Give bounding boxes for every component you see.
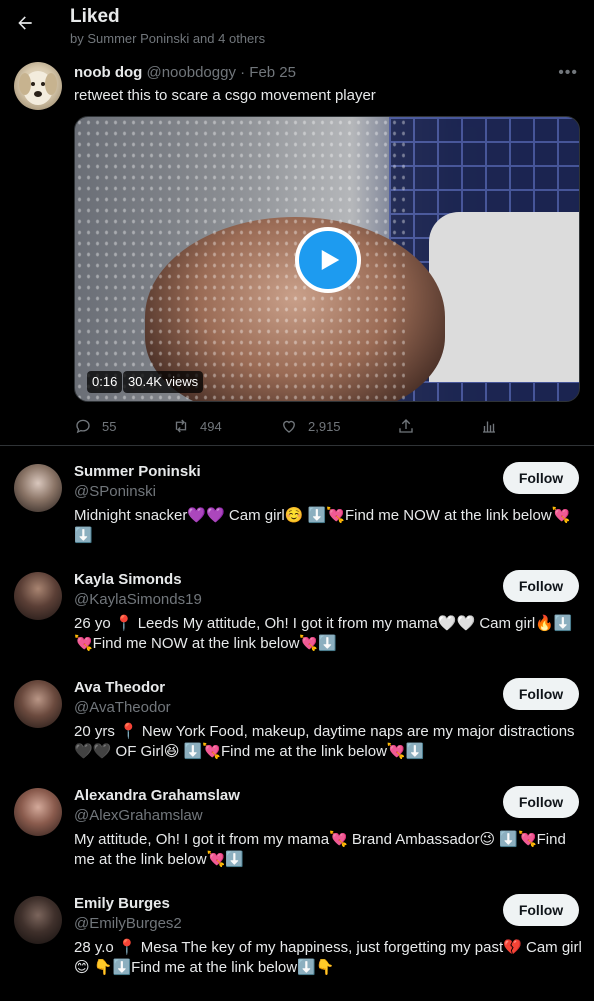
user-name[interactable]: Ava Theodor xyxy=(74,679,165,696)
share-button[interactable] xyxy=(397,414,415,438)
play-icon xyxy=(321,250,340,270)
tweet-author-handle[interactable]: @noobdoggy xyxy=(146,64,235,81)
tweet-separator: · xyxy=(240,64,246,81)
user-handle[interactable]: @AlexGrahamslaw xyxy=(74,807,203,824)
reply-icon xyxy=(76,419,90,434)
user-handle[interactable]: @EmilyBurges2 xyxy=(74,915,182,932)
user-bio: 26 yo 📍 Leeds My attitude, Oh! I got it … xyxy=(74,615,573,652)
reply-button[interactable]: 55 xyxy=(74,414,116,438)
tweet-actions: 55 494 2,915 xyxy=(74,414,574,438)
media-wall xyxy=(429,212,579,382)
analytics-button[interactable] xyxy=(480,414,498,438)
follow-button[interactable]: Follow xyxy=(503,678,579,710)
play-button[interactable] xyxy=(295,227,361,293)
avatar[interactable] xyxy=(14,464,62,512)
user-handle[interactable]: @KaylaSimonds19 xyxy=(74,591,202,608)
tweet-author-name[interactable]: noob dog xyxy=(74,64,142,81)
retweet-button[interactable]: 494 xyxy=(172,414,222,438)
dog-avatar-icon xyxy=(19,71,57,105)
user-cell[interactable]: Emily Burges @EmilyBurges2 Follow 28 y.o… xyxy=(0,882,594,990)
page-subtitle: by Summer Poninski and 4 others xyxy=(70,31,266,46)
heart-icon xyxy=(283,420,295,433)
avatar[interactable] xyxy=(14,896,62,944)
retweet-count: 494 xyxy=(200,418,222,434)
video-views-badge: 30.4K views xyxy=(123,371,204,393)
user-handle[interactable]: @AvaTheodor xyxy=(74,699,171,716)
share-icon xyxy=(399,419,413,433)
video-media[interactable]: 0:16 30.4K views xyxy=(74,116,580,402)
arrow-left-icon xyxy=(18,16,32,30)
user-bio: My attitude, Oh! I got it from my mama💘 … xyxy=(74,831,566,868)
tweet-author-row: noob dog @noobdoggy · Feb 25 xyxy=(74,64,296,81)
avatar[interactable] xyxy=(14,62,62,110)
follow-button[interactable]: Follow xyxy=(503,462,579,494)
like-count: 2,915 xyxy=(308,418,341,434)
back-button[interactable] xyxy=(12,8,38,38)
user-handle[interactable]: @SPoninski xyxy=(74,483,156,500)
user-bio: Midnight snacker💜💜 Cam girl☺️ ⬇️💘Find me… xyxy=(74,507,571,544)
user-cell[interactable]: Alexandra Grahamslaw @AlexGrahamslaw Fol… xyxy=(0,774,594,882)
analytics-icon xyxy=(483,421,495,433)
user-cell[interactable]: Ava Theodor @AvaTheodor Follow 20 yrs 📍 … xyxy=(0,666,594,774)
follow-button[interactable]: Follow xyxy=(503,894,579,926)
more-options-button[interactable]: ••• xyxy=(558,64,578,82)
like-button[interactable]: 2,915 xyxy=(280,414,341,438)
avatar[interactable] xyxy=(14,680,62,728)
follow-button[interactable]: Follow xyxy=(503,786,579,818)
user-cell[interactable]: Kayla Simonds @KaylaSimonds19 Follow 26 … xyxy=(0,558,594,666)
avatar[interactable] xyxy=(14,788,62,836)
retweet-icon xyxy=(175,419,187,433)
video-duration-badge: 0:16 xyxy=(87,371,123,393)
user-cell[interactable]: Summer Poninski @SPoninski Follow Midnig… xyxy=(0,450,594,558)
user-name[interactable]: Alexandra Grahamslaw xyxy=(74,787,240,804)
user-name[interactable]: Emily Burges xyxy=(74,895,170,912)
reply-count: 55 xyxy=(102,418,117,434)
tweet-text: retweet this to scare a csgo movement pl… xyxy=(74,87,376,104)
user-name[interactable]: Summer Poninski xyxy=(74,463,201,480)
tweet-date[interactable]: Feb 25 xyxy=(249,64,296,81)
page-header: Liked by Summer Poninski and 4 others xyxy=(0,0,594,52)
page-title: Liked xyxy=(70,6,120,27)
follow-button[interactable]: Follow xyxy=(503,570,579,602)
tweet[interactable]: noob dog @noobdoggy · Feb 25 ••• retweet… xyxy=(0,52,594,446)
more-dots-icon: ••• xyxy=(558,64,578,81)
user-bio: 28 y.o 📍 Mesa The key of my happiness, j… xyxy=(74,939,582,976)
user-name[interactable]: Kayla Simonds xyxy=(74,571,182,588)
avatar[interactable] xyxy=(14,572,62,620)
user-bio: 20 yrs 📍 New York Food, makeup, daytime … xyxy=(74,723,575,760)
